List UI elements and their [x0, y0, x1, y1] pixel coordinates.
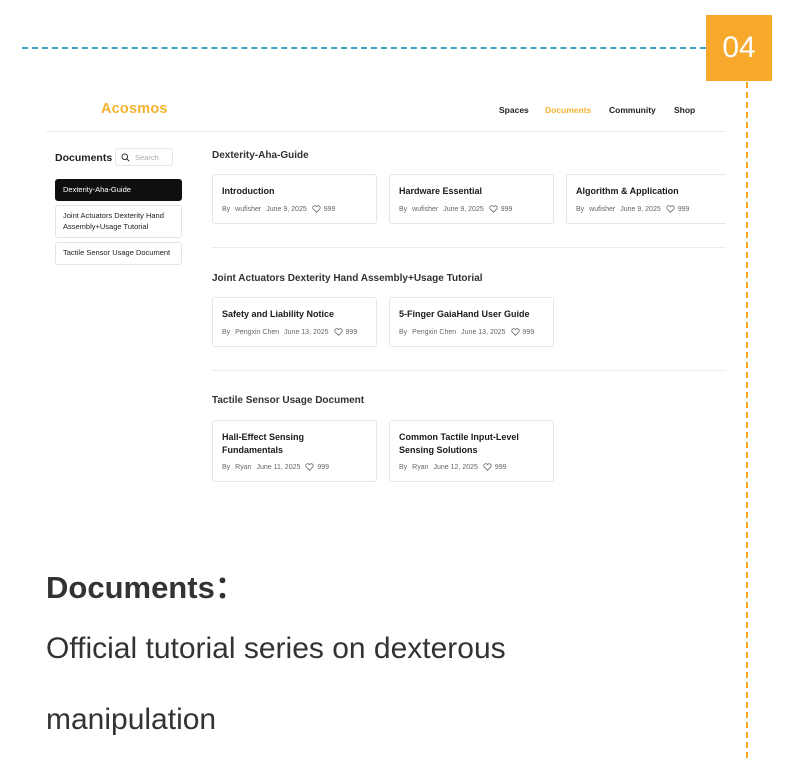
card-likes: 999	[522, 328, 535, 336]
card-likes: 999	[345, 328, 358, 336]
card-date: June 11, 2025	[256, 463, 301, 471]
card-date: June 12, 2025	[433, 463, 478, 471]
doc-card[interactable]: Hardware Essential By wufisher June 9, 2…	[389, 174, 554, 224]
heart-icon[interactable]	[489, 205, 498, 213]
card-by: By	[222, 463, 231, 471]
nav-community[interactable]: Community	[609, 105, 656, 115]
card-by: By	[399, 205, 408, 213]
card-author: Pengxin Chen	[412, 328, 457, 336]
section-divider	[212, 370, 726, 371]
card-likes: 999	[677, 205, 690, 213]
card-title: Introduction	[222, 186, 275, 196]
right-dashed-line	[746, 82, 748, 758]
website-screenshot: Acosmos Spaces Documents Community Shop …	[46, 92, 726, 492]
sidebar-item-label: Joint Actuators Dexterity Hand Assembly+…	[63, 211, 164, 231]
card-meta: By wufisher June 9, 2025 999	[222, 205, 340, 213]
card-meta: By Pengxin Chen June 13, 2025 999	[399, 328, 539, 336]
heart-icon[interactable]	[305, 463, 314, 471]
doc-card[interactable]: 5-Finger GaiaHand User Guide By Pengxin …	[389, 297, 554, 347]
heart-icon[interactable]	[333, 328, 343, 336]
heart-icon[interactable]	[312, 205, 321, 213]
card-author: wufisher	[412, 205, 439, 213]
card-by: By	[399, 463, 408, 471]
doc-card[interactable]: Algorithm & Application By wufisher June…	[566, 174, 726, 224]
top-dashed-line	[22, 47, 706, 49]
sidebar-item-dexterity-aha-guide[interactable]: Dexterity-Aha-Guide	[55, 179, 182, 201]
caption-description-line-2: manipulation	[46, 703, 217, 736]
card-by: By	[222, 328, 231, 336]
card-likes: 999	[323, 205, 336, 213]
sidebar-item-label: Tactile Sensor Usage Document	[63, 248, 171, 258]
caption-description-line-1: Official tutorial series on dexterous	[46, 632, 506, 665]
card-date: June 13, 2025	[461, 328, 506, 336]
doc-card[interactable]: Common Tactile Input-Level Sensing Solut…	[389, 420, 554, 482]
card-date: June 9, 2025	[443, 205, 484, 213]
sidebar-item-joint-actuators[interactable]: Joint Actuators Dexterity Hand Assembly+…	[55, 205, 182, 238]
heart-icon[interactable]	[666, 205, 675, 213]
card-author: wufisher	[235, 205, 262, 213]
sidebar-item-tactile-sensor[interactable]: Tactile Sensor Usage Document	[55, 242, 182, 265]
nav-shop[interactable]: Shop	[674, 105, 695, 115]
card-by: By	[222, 205, 231, 213]
heart-icon[interactable]	[510, 328, 520, 336]
card-title: 5-Finger GaiaHand User Guide	[399, 309, 530, 319]
card-by: By	[399, 328, 408, 336]
card-date: June 13, 2025	[284, 328, 329, 336]
doc-card[interactable]: Introduction By wufisher June 9, 2025 99…	[212, 174, 377, 224]
doc-card[interactable]: Hall-Effect Sensing Fundamentals By Ryan…	[212, 420, 377, 482]
card-likes: 999	[494, 463, 507, 471]
heart-icon[interactable]	[483, 463, 492, 471]
nav-documents[interactable]: Documents	[545, 105, 591, 115]
card-author: Ryan	[412, 463, 429, 471]
section-divider	[212, 247, 726, 248]
card-meta: By wufisher June 9, 2025 999	[576, 205, 694, 213]
card-meta: By Ryan June 12, 2025 999	[399, 463, 512, 471]
card-meta: By Ryan June 11, 2025 999	[222, 463, 334, 471]
card-title: Common Tactile Input-Level Sensing Solut…	[399, 432, 519, 456]
card-title: Safety and Liability Notice	[222, 309, 335, 319]
card-date: June 9, 2025	[620, 205, 661, 213]
sidebar-title: Documents	[55, 152, 113, 164]
card-by: By	[576, 205, 585, 213]
card-date: June 9, 2025	[266, 205, 307, 213]
nav-divider	[46, 131, 726, 132]
top-navigation: Spaces Documents Community Shop	[46, 105, 726, 119]
search-input[interactable]: Search	[115, 148, 173, 166]
card-likes: 999	[317, 463, 330, 471]
section-title: Joint Actuators Dexterity Hand Assembly+…	[212, 273, 483, 284]
card-meta: By Pengxin Chen June 13, 2025 999	[222, 328, 362, 336]
search-placeholder: Search	[135, 152, 159, 162]
card-likes: 999	[500, 205, 513, 213]
step-number-badge: 04	[706, 15, 772, 81]
card-title: Algorithm & Application	[576, 186, 679, 196]
sidebar-item-label: Dexterity-Aha-Guide	[63, 184, 131, 194]
doc-card[interactable]: Safety and Liability Notice By Pengxin C…	[212, 297, 377, 347]
section-title: Dexterity-Aha-Guide	[212, 150, 309, 161]
nav-spaces[interactable]: Spaces	[499, 105, 529, 115]
card-author: Ryan	[235, 463, 252, 471]
search-icon	[121, 152, 130, 162]
card-author: wufisher	[589, 205, 616, 213]
caption-title: Documents：	[46, 570, 246, 605]
card-title: Hardware Essential	[399, 186, 483, 196]
section-title: Tactile Sensor Usage Document	[212, 395, 365, 406]
card-title: Hall-Effect Sensing Fundamentals	[222, 432, 305, 456]
card-meta: By wufisher June 9, 2025 999	[399, 205, 517, 213]
card-author: Pengxin Chen	[235, 328, 280, 336]
